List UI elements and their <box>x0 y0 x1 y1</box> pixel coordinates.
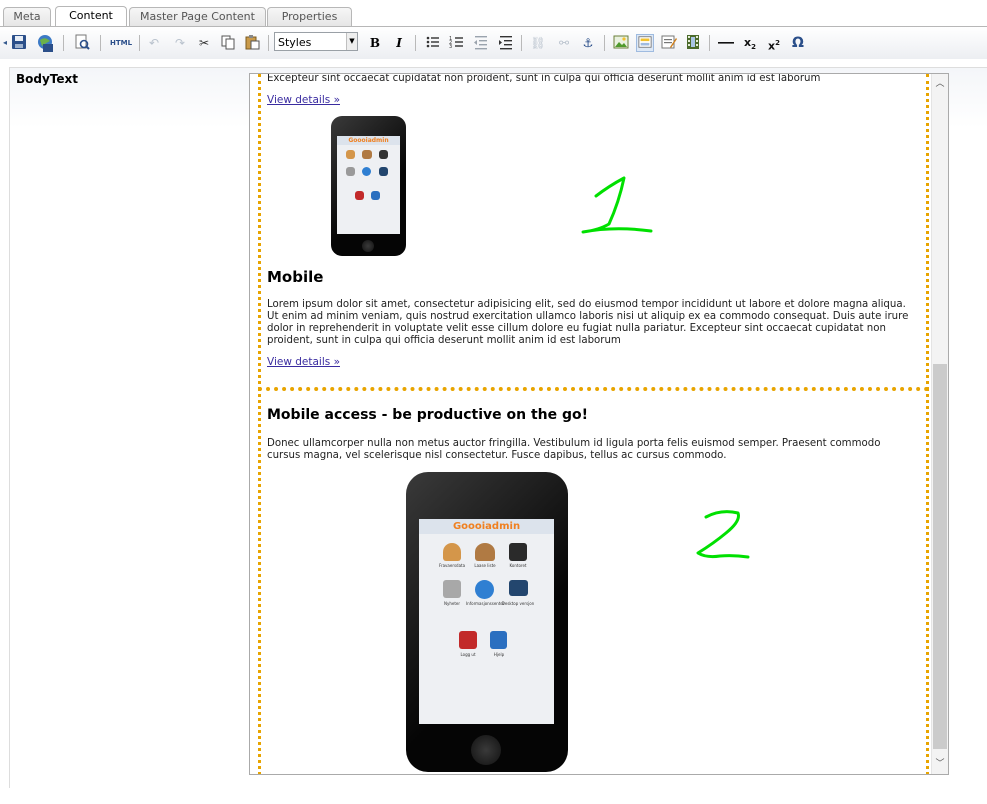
special-character-icon[interactable]: Ω <box>789 34 807 52</box>
editor-toolbar: ◂ HTML ↶ ↷ ✂ B I 123 ⛓ ⚯ ⚓ x2 x2 Ω <box>0 27 987 59</box>
numbered-list-icon[interactable]: 123 <box>448 34 466 52</box>
toolbar-separator <box>415 35 416 51</box>
info-icon <box>475 580 494 599</box>
tab-master-page-content[interactable]: Master Page Content <box>129 7 266 26</box>
app-icon-label: Hjelp <box>493 652 505 657</box>
app-icon-label: Kontoret <box>509 563 527 568</box>
scrollbar-thumb[interactable] <box>933 364 947 749</box>
app-icon <box>475 543 495 561</box>
image-icon[interactable] <box>612 34 630 52</box>
styles-dropdown-value: Styles <box>278 36 312 49</box>
logout-icon <box>459 631 477 649</box>
desktop-icon <box>379 167 388 176</box>
app-icon <box>362 150 372 159</box>
bold-button[interactable]: B <box>366 34 384 52</box>
block2-heading: Mobile access - be productive on the go! <box>267 407 589 423</box>
view-details-link-2[interactable]: View details » <box>267 356 340 368</box>
copy-icon[interactable] <box>219 34 237 52</box>
outdent-icon[interactable] <box>472 34 490 52</box>
unlink-icon[interactable]: ⚯ <box>555 34 573 52</box>
undo-icon[interactable]: ↶ <box>145 34 163 52</box>
tab-content[interactable]: Content <box>55 6 127 26</box>
chevron-down-icon: ▼ <box>346 33 357 50</box>
news-icon <box>443 580 461 598</box>
info-icon <box>362 167 371 176</box>
block2-paragraph: Donec ullamcorper nulla non metus auctor… <box>267 438 881 461</box>
scroll-up-icon[interactable]: ︿ <box>932 76 948 92</box>
collapse-toolbar-icon[interactable]: ◂ <box>2 34 8 52</box>
toolbar-separator <box>709 35 710 51</box>
help-icon <box>490 631 507 649</box>
help-icon <box>371 191 380 200</box>
tab-meta[interactable]: Meta <box>3 7 51 26</box>
save-publish-icon[interactable] <box>36 34 54 52</box>
tab-bar: Meta Content Master Page Content Propert… <box>0 0 987 27</box>
cut-icon[interactable]: ✂ <box>195 34 213 52</box>
app-icon <box>443 543 461 561</box>
app-icon <box>346 167 355 176</box>
anchor-icon[interactable]: ⚓ <box>579 34 597 52</box>
speaker-icon <box>509 543 527 561</box>
indent-icon[interactable] <box>497 34 515 52</box>
bulleted-list-icon[interactable] <box>424 34 442 52</box>
italic-button[interactable]: I <box>390 34 408 52</box>
phone-screen: Goooiadmin Fravaersdata Laase liste Kont… <box>419 519 554 724</box>
phone-image-large: Goooiadmin Fravaersdata Laase liste Kont… <box>406 472 568 772</box>
logout-icon <box>355 191 364 200</box>
phone-home-button <box>362 240 374 252</box>
block1-top-text: Excepteur sint occaecat cupidatat non pr… <box>267 73 821 84</box>
phone-home-button <box>471 735 501 765</box>
html-source-button[interactable]: HTML <box>109 34 133 52</box>
phone-app-title: Goooiadmin <box>419 519 554 534</box>
app-icon <box>379 150 388 159</box>
subscript-icon[interactable]: x2 <box>741 34 759 52</box>
app-icon <box>346 150 355 159</box>
phone-app-title: Goooiadmin <box>337 136 400 145</box>
toolbar-separator <box>63 35 64 51</box>
desktop-icon <box>509 580 528 596</box>
toolbar-separator <box>100 35 101 51</box>
annotation-2: 2 <box>696 510 750 559</box>
phone-screen: Goooiadmin <box>337 136 400 234</box>
toolbar-separator <box>521 35 522 51</box>
rich-text-editor[interactable]: Excepteur sint occaecat cupidatat non pr… <box>249 73 949 775</box>
media-icon[interactable] <box>684 34 702 52</box>
view-details-link-1[interactable]: View details » <box>267 94 340 106</box>
horizontal-rule-icon[interactable] <box>717 34 735 52</box>
tab-properties[interactable]: Properties <box>267 7 352 26</box>
toolbar-separator <box>604 35 605 51</box>
phone-image-small: Goooiadmin <box>331 116 406 256</box>
styles-dropdown[interactable]: Styles ▼ <box>274 32 358 51</box>
block1-paragraph: Lorem ipsum dolor sit amet, consectetur … <box>267 299 909 346</box>
annotation-1: 1 <box>581 176 653 234</box>
scroll-down-icon[interactable]: ﹀ <box>932 756 948 772</box>
block1-heading: Mobile <box>267 268 324 286</box>
content-block-2: Mobile access - be productive on the go!… <box>258 387 929 774</box>
redo-icon[interactable]: ↷ <box>171 34 189 52</box>
app-icon-label: Desktop versjon <box>501 601 535 606</box>
link-icon[interactable]: ⛓ <box>529 34 547 52</box>
editor-scrollbar[interactable]: ︿ ﹀ <box>931 74 948 774</box>
field-label: BodyText <box>16 72 79 86</box>
svg-text:3: 3 <box>449 44 452 50</box>
preview-icon[interactable] <box>73 34 91 52</box>
flash-icon[interactable] <box>636 34 654 52</box>
toolbar-separator <box>268 35 269 51</box>
superscript-icon[interactable]: x2 <box>765 34 783 53</box>
toolbar-separator <box>139 35 140 51</box>
paste-icon[interactable] <box>243 34 261 52</box>
save-icon[interactable] <box>10 34 28 52</box>
form-icon[interactable] <box>660 34 678 52</box>
content-block-1: Excepteur sint occaecat cupidatat non pr… <box>258 74 929 391</box>
